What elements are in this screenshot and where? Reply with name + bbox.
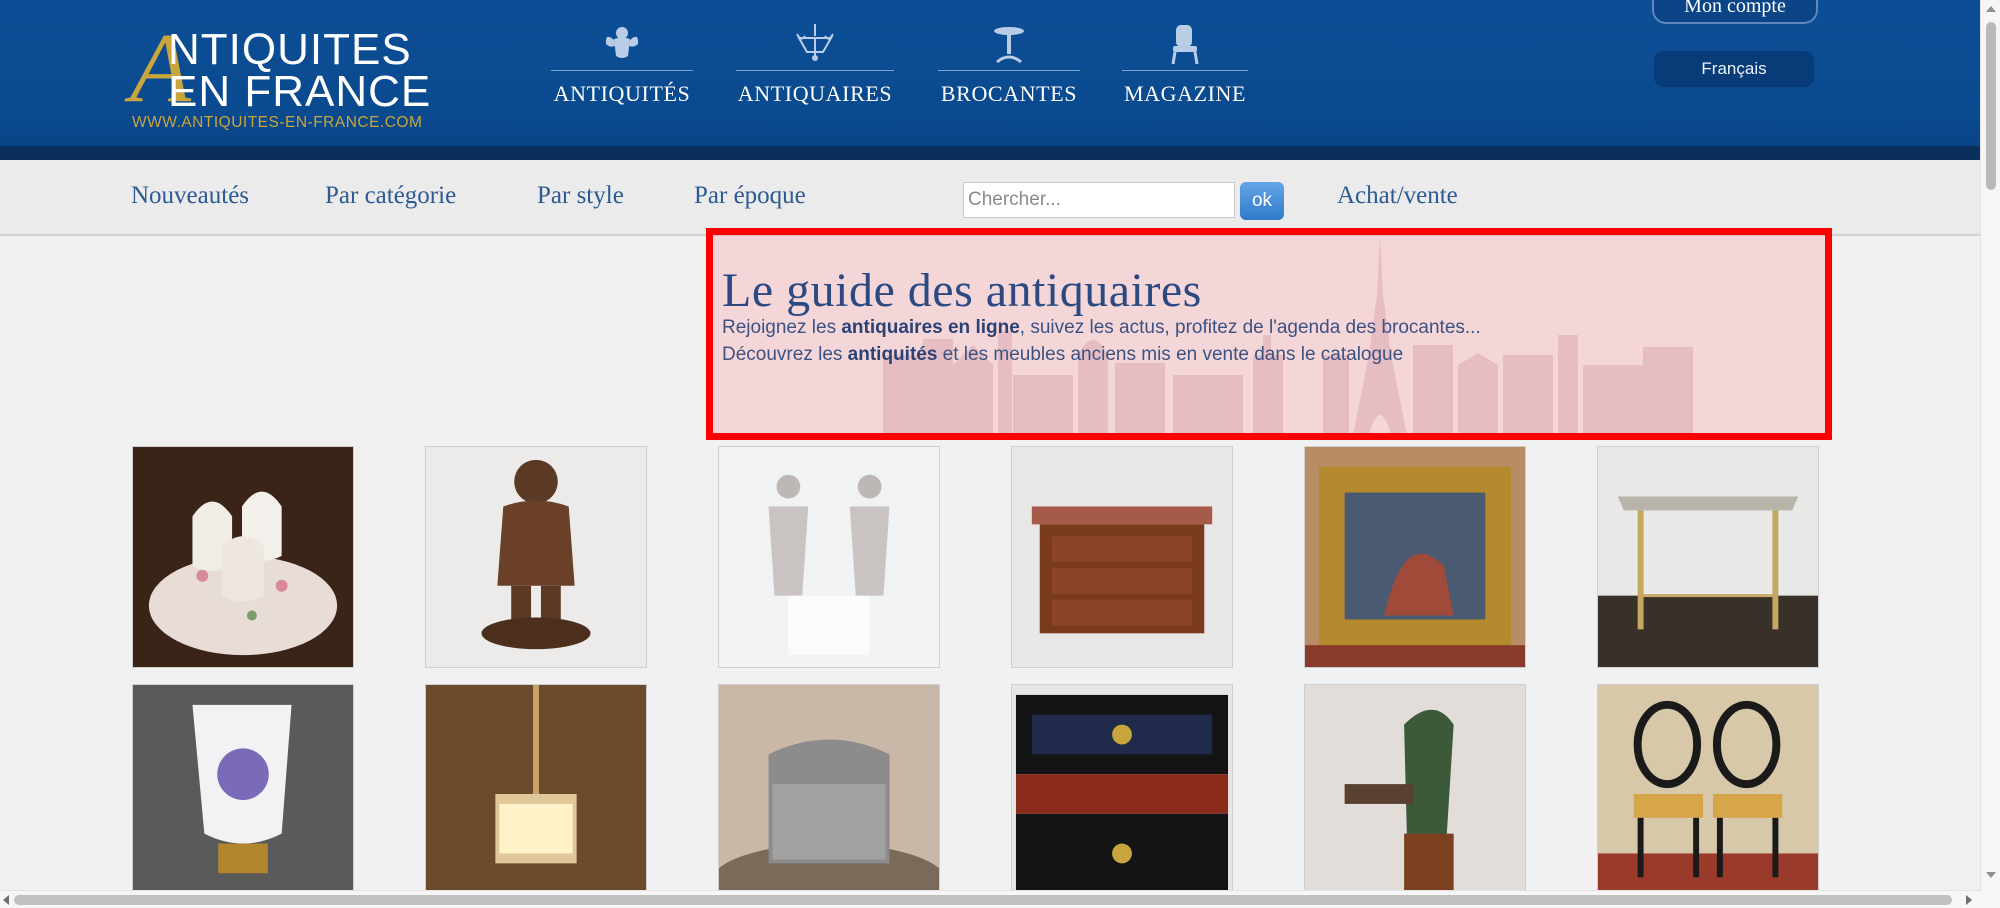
cast-iron-pump-image[interactable] — [1304, 684, 1526, 906]
nav-rule — [1122, 70, 1248, 71]
vertical-scroll-thumb[interactable] — [1986, 22, 1996, 190]
pedestal-table-icon — [994, 27, 1024, 64]
language-select[interactable]: Français — [1654, 51, 1814, 87]
cherub-icon — [605, 27, 639, 58]
subnav-par-style[interactable]: Par style — [537, 182, 624, 210]
porcelain-egg-cups-image[interactable] — [132, 446, 354, 668]
search-button[interactable]: ok — [1240, 182, 1284, 220]
guide-intro-line-1: Rejoignez les antiquaires en ligne, suiv… — [722, 317, 1481, 338]
guide-intro-line-2: Découvrez les antiquités et les meubles … — [722, 344, 1404, 365]
site-header: A NTIQUITES EN FRANCE WWW.ANTIQUITES-EN-… — [0, 0, 1980, 160]
nav-label: ANTIQUAIRES — [737, 81, 893, 106]
nav-label: ANTIQUITÉS — [553, 81, 691, 106]
antiquites-link[interactable]: antiquités — [848, 344, 938, 365]
console-table-image[interactable] — [1597, 446, 1819, 668]
subnav-achat-vente[interactable]: Achat/vente — [1337, 182, 1458, 210]
nav-label: MAGAZINE — [1123, 81, 1247, 106]
glass-pendant-lamp-image[interactable] — [425, 684, 647, 906]
subnav-par-epoque[interactable]: Par époque — [694, 182, 806, 210]
search-input[interactable] — [963, 182, 1235, 218]
nav-brocantes[interactable]: BROCANTES — [938, 22, 1080, 112]
boulle-cabinet-image[interactable] — [1011, 684, 1233, 906]
nav-antiquites[interactable]: ANTIQUITÉS — [551, 22, 693, 112]
horizontal-scrollbar[interactable] — [0, 890, 1980, 908]
scroll-left-icon[interactable] — [3, 895, 9, 905]
marble-top-commode-image[interactable] — [1011, 446, 1233, 668]
nav-rule — [938, 70, 1080, 71]
antiquaires-link[interactable]: antiquaires en ligne — [841, 317, 1019, 338]
horizontal-scroll-thumb[interactable] — [14, 895, 1952, 905]
scrollbar-corner — [1980, 890, 2000, 908]
guide-title: Le guide des antiquaires — [722, 264, 1202, 317]
pewter-box-image[interactable] — [718, 684, 940, 906]
framed-painting-image[interactable] — [1304, 446, 1526, 668]
nav-antiquaires[interactable]: ANTIQUAIRES — [736, 22, 894, 112]
pair-of-chairs-image[interactable] — [1597, 684, 1819, 906]
vertical-scrollbar[interactable] — [1980, 0, 2000, 890]
header-strip — [0, 146, 1980, 160]
chandelier-icon — [796, 24, 834, 61]
nav-label: BROCANTES — [940, 81, 1078, 106]
guide-banner: Le guide des antiquaires Rejoignez les a… — [706, 228, 1832, 440]
nav-rule — [736, 70, 894, 71]
scroll-right-icon[interactable] — [1966, 895, 1972, 905]
nav-magazine[interactable]: MAGAZINE — [1122, 22, 1248, 112]
nav-rule — [551, 70, 693, 71]
scroll-up-icon[interactable] — [1986, 6, 1996, 12]
bronze-boy-statue-image[interactable] — [425, 446, 647, 668]
subnav-par-categorie[interactable]: Par catégorie — [325, 182, 456, 210]
logo-url: WWW.ANTIQUITES-EN-FRANCE.COM — [132, 114, 423, 131]
scroll-down-icon[interactable] — [1986, 872, 1996, 878]
account-button[interactable]: Mon compte — [1652, 0, 1818, 24]
armchair-icon — [1171, 25, 1199, 65]
painted-pitcher-image[interactable] — [132, 684, 354, 906]
subnav-nouveautes[interactable]: Nouveautés — [131, 182, 249, 210]
chandelier-earrings-image[interactable] — [718, 446, 940, 668]
